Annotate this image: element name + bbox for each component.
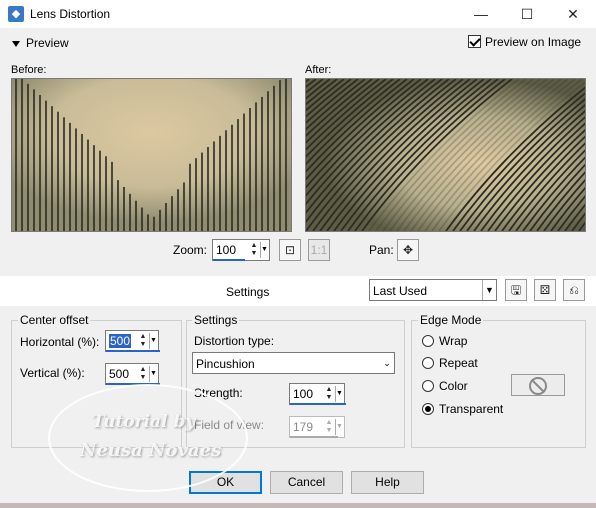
radio-icon (422, 380, 434, 392)
strength-label: Strength: (194, 386, 243, 400)
spin-arrows-icon[interactable]: ▲ ▼ (249, 242, 259, 258)
horizontal-label: Horizontal (%): (20, 335, 100, 349)
help-button[interactable]: Help (351, 471, 424, 494)
distortion-type-dropdown[interactable]: Pincushion ⌄ (192, 352, 395, 374)
spin-arrows-icon[interactable]: ▲ ▼ (138, 366, 148, 382)
vertical-spinner[interactable]: 500 ▲ ▼ ▼ (105, 363, 160, 385)
radio-icon (422, 335, 434, 347)
field-of-view-spinner[interactable]: 179 ▲ ▼ ▼ (289, 416, 345, 438)
field-of-view-label: Field of view: (194, 418, 265, 432)
spin-arrows-icon[interactable]: ▲ ▼ (324, 386, 334, 402)
settings-group-title: Settings (192, 313, 240, 327)
edge-mode-title: Edge Mode (418, 313, 484, 327)
zoom-label: Zoom: (173, 243, 208, 257)
field-of-view-slider-bar[interactable] (290, 436, 338, 438)
zoom-slider-bar[interactable] (213, 259, 245, 261)
edge-mode-color-radio[interactable]: Color (422, 379, 468, 393)
preview-toggle-label: Preview (26, 36, 69, 50)
randomize-icon[interactable]: ⚄ (534, 279, 556, 301)
preset-dropdown[interactable]: Last Used ▼ (369, 279, 497, 301)
spin-arrows-icon[interactable]: ▲ ▼ (138, 333, 148, 349)
preview-toggle[interactable]: Preview (12, 36, 69, 50)
horizontal-spinner[interactable]: 500 ▲ ▼ ▼ (105, 330, 160, 352)
distortion-type-label: Distortion type: (194, 334, 275, 348)
strength-value: 100 (293, 387, 314, 401)
settings-area: Center offset Horizontal (%): 500 ▲ ▼ ▼ V… (0, 306, 596, 508)
horizontal-value: 500 (109, 334, 132, 348)
dropdown-arrow-icon[interactable]: ▼ (335, 386, 343, 402)
before-label: Before: (11, 64, 47, 76)
ok-button[interactable]: OK (189, 471, 262, 494)
window-title: Lens Distortion (30, 7, 111, 21)
dropdown-arrow-icon[interactable]: ▼ (149, 366, 157, 382)
preview-area: Preview Preview on Image Before: After: (0, 28, 596, 276)
preview-on-image-label: Preview on Image (485, 35, 582, 49)
after-image (305, 78, 586, 232)
close-icon[interactable]: ✕ (550, 0, 596, 28)
before-image-graphic (12, 79, 291, 231)
preview-on-image-checkbox[interactable]: Preview on Image (468, 35, 581, 49)
no-color-icon (529, 377, 547, 395)
collapse-triangle-icon (12, 40, 20, 47)
edge-mode-wrap-radio[interactable]: Wrap (422, 334, 467, 348)
edge-mode-transparent-label: Transparent (439, 402, 504, 416)
zoom-spinner[interactable]: 100 ▲ ▼ ▼ (212, 239, 270, 261)
before-image (11, 78, 292, 232)
preset-value: Last Used (373, 284, 428, 298)
zoom-fit-button[interactable]: ⊡ (279, 239, 301, 261)
vertical-label: Vertical (%): (20, 366, 85, 380)
save-preset-icon[interactable]: 🖫 (505, 279, 527, 301)
strength-spinner[interactable]: 100 ▲ ▼ ▼ (289, 383, 346, 405)
distortion-type-value: Pincushion (196, 357, 255, 371)
edge-mode-wrap-label: Wrap (439, 334, 468, 348)
edge-color-swatch[interactable] (511, 374, 565, 396)
after-image-graphic (306, 79, 585, 231)
pan-label: Pan: (369, 243, 394, 257)
preset-bar: Settings Last Used ▼ 🖫 ⚄ ⎌ (0, 276, 596, 306)
radio-selected-icon (422, 403, 434, 415)
strength-slider-bar[interactable] (290, 403, 346, 405)
field-of-view-value: 179 (293, 420, 314, 434)
vertical-value: 500 (109, 367, 130, 381)
after-label: After: (305, 64, 332, 76)
edge-mode-transparent-radio[interactable]: Transparent (422, 402, 503, 416)
minimize-icon[interactable]: — (458, 0, 504, 28)
chevron-down-icon: ⌄ (383, 358, 391, 368)
dropdown-arrow-icon[interactable]: ▼ (335, 419, 343, 435)
edge-mode-color-label: Color (439, 379, 468, 393)
maximize-icon[interactable]: ☐ (504, 0, 550, 28)
horizontal-slider-bar[interactable] (106, 350, 160, 352)
zoom-actual-size-button[interactable]: 1:1 (308, 239, 330, 261)
cancel-button[interactable]: Cancel (270, 471, 343, 494)
window-bottom-edge (0, 503, 596, 508)
settings-bar-label: Settings (226, 285, 270, 299)
pan-move-icon[interactable]: ✥ (397, 239, 419, 261)
dropdown-arrow-icon[interactable]: ▼ (149, 333, 157, 349)
edge-mode-repeat-radio[interactable]: Repeat (422, 356, 478, 370)
vertical-slider-bar[interactable] (106, 383, 160, 385)
center-offset-title: Center offset (18, 313, 91, 327)
dropdown-arrow-icon[interactable]: ▼ (260, 242, 268, 258)
spin-arrows-icon[interactable]: ▲ ▼ (324, 419, 334, 435)
zoom-value: 100 (216, 243, 237, 257)
app-icon: ◆ (8, 6, 24, 22)
reset-icon[interactable]: ⎌ (563, 279, 585, 301)
radio-icon (422, 357, 434, 369)
checkbox-icon (468, 35, 481, 48)
chevron-down-icon: ▼ (482, 280, 496, 300)
title-bar: ◆ Lens Distortion — ☐ ✕ (0, 0, 596, 28)
edge-mode-repeat-label: Repeat (439, 356, 478, 370)
